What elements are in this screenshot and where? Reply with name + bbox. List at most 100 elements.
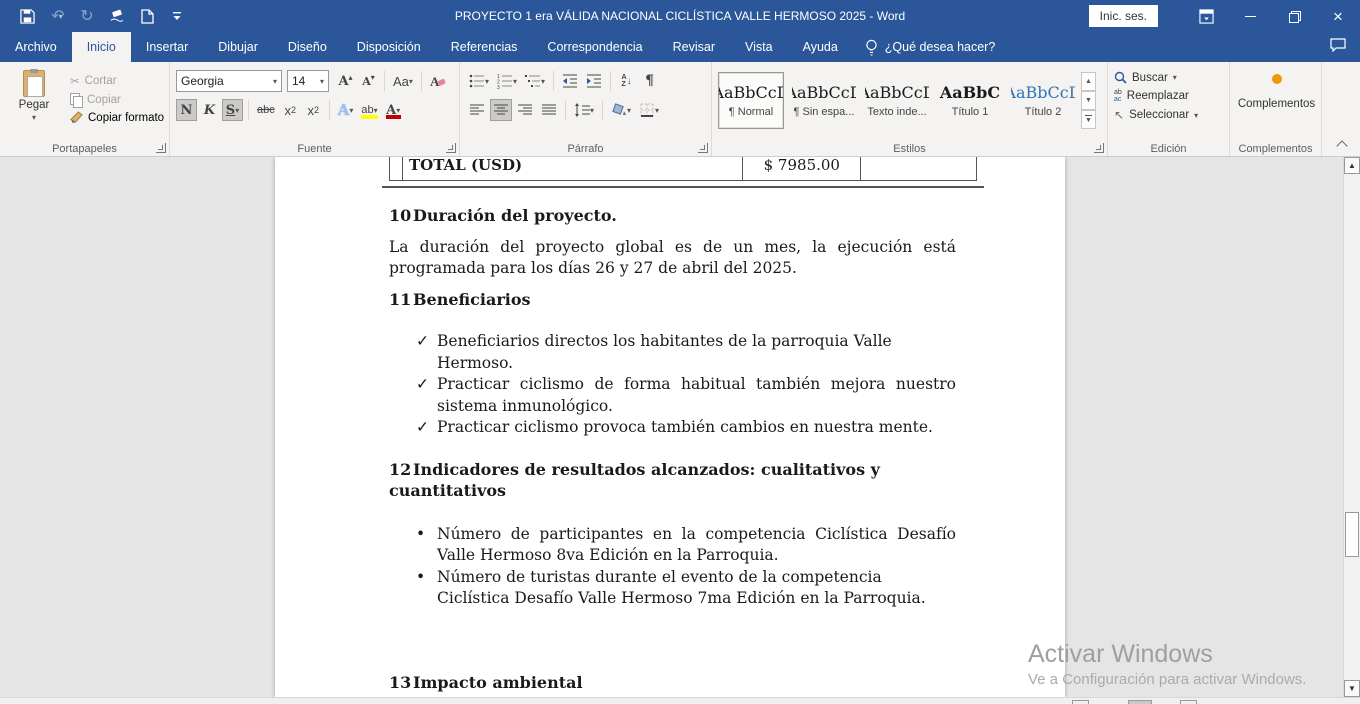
styles-scroll-up-icon[interactable]: ▲ [1081, 72, 1096, 91]
tab-vista[interactable]: Vista [730, 32, 788, 62]
format-painter-button[interactable]: Copiar formato [70, 111, 164, 124]
bullets-button[interactable]: ▾ [466, 70, 492, 92]
tab-referencias[interactable]: Referencias [436, 32, 533, 62]
table-bottom-border [382, 186, 984, 188]
align-center-button[interactable] [490, 99, 512, 121]
clipboard-icon [23, 70, 45, 97]
tab-revisar[interactable]: Revisar [658, 32, 730, 62]
copy-button[interactable]: Copiar [70, 93, 164, 106]
document-page[interactable]: TOTAL (USD) $ 7985.00 10Duración del pro… [275, 157, 1065, 697]
sort-button[interactable]: AZ ↓ [616, 70, 637, 92]
tab-disposicion[interactable]: Disposición [342, 32, 436, 62]
new-document-icon[interactable] [132, 3, 162, 29]
sign-in-button[interactable]: Inic. ses. [1089, 5, 1158, 27]
parrafo-dialog-launcher-icon[interactable] [698, 143, 708, 153]
replace-button[interactable]: ab ac Reemplazar [1114, 89, 1225, 103]
italic-button[interactable]: K [199, 99, 220, 121]
clear-formatting-icon: A [430, 74, 446, 89]
underline-button[interactable]: S▾ [222, 99, 243, 121]
tab-archivo[interactable]: Archivo [0, 32, 72, 62]
style-card-titulo-1[interactable]: AaBbC Título 1 [937, 72, 1003, 129]
style-card-texto-independiente[interactable]: AaBbCcD Texto inde... [864, 72, 930, 129]
style-card-normal[interactable]: AaBbCcD ¶ Normal [718, 72, 784, 129]
tell-me-box[interactable]: ¿Qué desea hacer? [853, 32, 1008, 62]
bold-button[interactable]: N [176, 99, 197, 121]
paste-button[interactable]: Pegar ▾ [6, 70, 62, 140]
addins-button[interactable]: Complementos [1238, 98, 1315, 110]
shrink-font-button[interactable]: A▾ [358, 70, 379, 92]
decrease-indent-button[interactable] [559, 70, 581, 92]
borders-button[interactable]: ▾ [636, 99, 662, 121]
svg-text:3: 3 [497, 85, 500, 89]
scrollbar-thumb[interactable] [1345, 512, 1359, 557]
ribbon-tabs: Archivo Inicio Insertar Dibujar Diseño D… [0, 32, 1360, 62]
align-right-button[interactable] [514, 99, 536, 121]
find-button[interactable]: Buscar▾ [1114, 71, 1225, 84]
ribbon-display-options-icon[interactable] [1184, 0, 1228, 32]
tab-dibujar[interactable]: Dibujar [203, 32, 273, 62]
highlight-button[interactable]: ab▾ [358, 99, 380, 121]
print-layout-icon[interactable] [1128, 700, 1152, 704]
tab-ayuda[interactable]: Ayuda [788, 32, 853, 62]
justify-button[interactable] [538, 99, 560, 121]
font-name-combo[interactable]: Georgia▾ [176, 70, 282, 92]
show-marks-button[interactable]: ¶ [639, 70, 660, 92]
tab-diseno[interactable]: Diseño [273, 32, 342, 62]
web-layout-icon[interactable] [1180, 700, 1197, 704]
superscript-button[interactable]: x2 [303, 99, 324, 121]
qat-customize-icon[interactable] [162, 3, 192, 29]
grow-font-button[interactable]: A▴ [335, 70, 356, 92]
tab-inicio[interactable]: Inicio [72, 32, 131, 62]
portapapeles-dialog-launcher-icon[interactable] [156, 143, 166, 153]
minimize-button[interactable] [1228, 0, 1272, 32]
estilos-dialog-launcher-icon[interactable] [1094, 143, 1104, 153]
collapse-ribbon-button[interactable] [1322, 62, 1360, 156]
multilevel-list-button[interactable]: ▾ [522, 70, 548, 92]
increase-indent-button[interactable] [583, 70, 605, 92]
redo-icon[interactable]: ↻ [72, 3, 102, 29]
paste-dropdown-icon[interactable]: ▾ [32, 113, 36, 122]
numbering-button[interactable]: 123▾ [494, 70, 520, 92]
table-cell-total[interactable]: TOTAL (USD) [403, 157, 743, 181]
close-button[interactable]: × [1316, 0, 1360, 32]
tab-insertar[interactable]: Insertar [131, 32, 203, 62]
table-cell[interactable] [390, 157, 403, 181]
table-cell-amount[interactable]: $ 7985.00 [743, 157, 861, 181]
ink-eraser-icon[interactable] [102, 3, 132, 29]
group-estilos: AaBbCcD ¶ Normal AaBbCcD ¶ Sin espa... A… [712, 62, 1108, 156]
styles-scroll-down-icon[interactable]: ▼ [1081, 91, 1096, 110]
subscript-button[interactable]: x2 [280, 99, 301, 121]
vertical-scrollbar[interactable]: ▲ ▼ [1343, 157, 1360, 697]
align-right-icon [517, 102, 533, 118]
undo-icon[interactable]: ↶▾ [42, 3, 72, 29]
shading-button[interactable]: ▾ [608, 99, 634, 121]
document-table[interactable]: TOTAL (USD) $ 7985.00 [389, 157, 977, 181]
read-mode-icon[interactable] [1072, 700, 1089, 704]
text-effects-button[interactable]: A▾ [335, 99, 357, 121]
chevron-up-icon [1336, 140, 1347, 151]
strikethrough-button[interactable]: abc [254, 99, 278, 121]
font-color-button[interactable]: A▾ [383, 99, 404, 121]
styles-more-icon[interactable]: ▼ [1081, 110, 1096, 129]
tab-correspondencia[interactable]: Correspondencia [532, 32, 657, 62]
select-button[interactable]: ↖ Seleccionar▾ [1114, 108, 1225, 122]
font-size-combo[interactable]: 14▾ [287, 70, 329, 92]
scroll-up-icon[interactable]: ▲ [1344, 157, 1360, 174]
style-card-titulo-2[interactable]: AaBbCcD Título 2 [1010, 72, 1076, 129]
line-spacing-button[interactable]: ▾ [571, 99, 597, 121]
shading-icon [611, 102, 627, 118]
comment-icon[interactable] [1330, 38, 1346, 55]
underline-dropdown-icon[interactable]: ▾ [235, 106, 239, 115]
table-cell[interactable] [861, 157, 977, 181]
save-icon[interactable] [12, 3, 42, 29]
scroll-down-icon[interactable]: ▼ [1344, 680, 1360, 697]
style-card-sin-espaciado[interactable]: AaBbCcD ¶ Sin espa... [791, 72, 857, 129]
clear-formatting-button[interactable]: A [427, 70, 449, 92]
fuente-dialog-launcher-icon[interactable] [446, 143, 456, 153]
group-label-edicion: Edición [1108, 143, 1229, 155]
cut-button[interactable]: ✂ Cortar [70, 74, 164, 88]
align-left-button[interactable] [466, 99, 488, 121]
restore-button[interactable] [1272, 0, 1316, 32]
change-case-button[interactable]: Aa▾ [390, 70, 416, 92]
bullet-marker: • [416, 524, 425, 546]
